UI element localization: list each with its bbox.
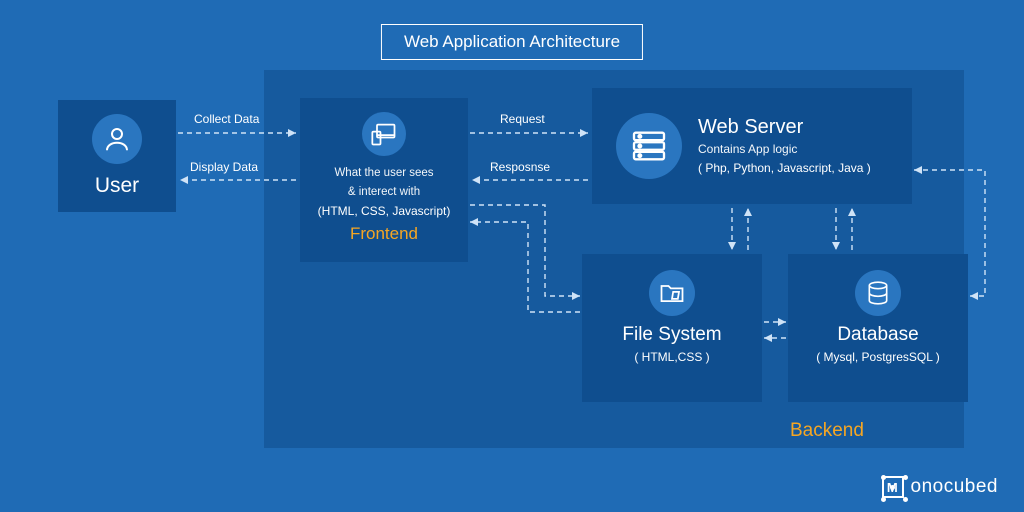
frontend-desc1: What the user sees xyxy=(308,166,460,182)
backend-section-label: Backend xyxy=(790,420,864,442)
folder-icon xyxy=(649,270,695,316)
webserver-sub: Contains App logic xyxy=(698,141,871,157)
filesystem-techs: ( HTML,CSS ) xyxy=(590,350,754,364)
user-icon xyxy=(92,114,142,164)
label-request: Request xyxy=(500,112,545,126)
server-icon xyxy=(616,113,682,179)
frontend-section-label: Frontend xyxy=(308,224,460,244)
filesystem-title: File System xyxy=(590,324,754,346)
node-webserver: Web Server Contains App logic ( Php, Pyt… xyxy=(592,88,912,204)
devices-icon xyxy=(362,112,406,156)
database-title: Database xyxy=(796,324,960,346)
webserver-title: Web Server xyxy=(698,116,871,139)
database-icon xyxy=(855,270,901,316)
node-user: User xyxy=(58,100,176,212)
frontend-techs: (HTML, CSS, Javascript) xyxy=(308,204,460,218)
database-techs: ( Mysql, PostgresSQL ) xyxy=(796,350,960,364)
diagram-title: Web Application Architecture xyxy=(381,24,643,60)
node-user-title: User xyxy=(66,174,168,198)
brand-text: onocubed xyxy=(911,476,998,498)
node-frontend: What the user sees & interect with (HTML… xyxy=(300,98,468,262)
node-database: Database ( Mysql, PostgresSQL ) xyxy=(788,254,968,402)
node-filesystem: File System ( HTML,CSS ) xyxy=(582,254,762,402)
frontend-desc2: & interect with xyxy=(308,185,460,201)
brand-logo-group: M onocubed xyxy=(882,476,998,498)
label-display-data: Display Data xyxy=(190,160,258,174)
brand-logo-icon: M xyxy=(882,476,904,498)
label-response: Resposnse xyxy=(490,160,550,174)
webserver-techs: ( Php, Python, Javascript, Java ) xyxy=(698,160,871,176)
label-collect-data: Collect Data xyxy=(194,112,259,126)
